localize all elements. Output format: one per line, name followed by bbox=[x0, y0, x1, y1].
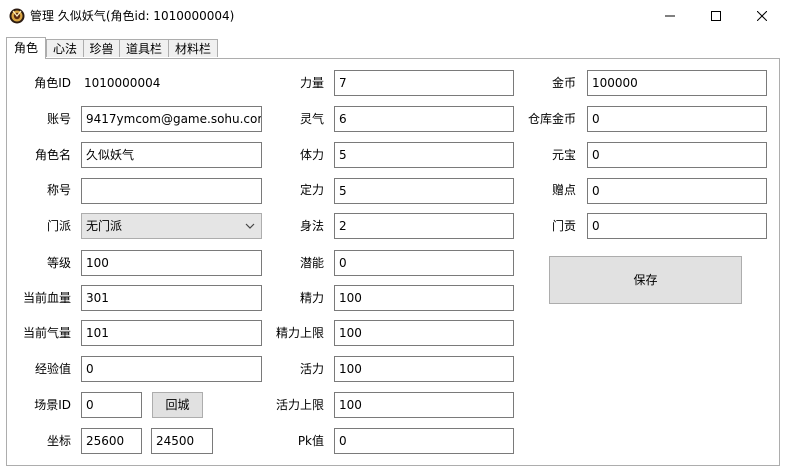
coord-y-field[interactable]: 24500 bbox=[151, 428, 213, 454]
vigor-field[interactable]: 100 bbox=[334, 356, 514, 382]
tab-materials[interactable]: 材料栏 bbox=[168, 39, 218, 57]
potential-field[interactable]: 0 bbox=[334, 250, 514, 276]
vigor-label: 活力 bbox=[299, 362, 324, 376]
sect-select[interactable]: 无门派 bbox=[81, 213, 262, 239]
title-field[interactable] bbox=[81, 178, 262, 204]
window-title: 管理 久似妖气(角色id: 1010000004) bbox=[30, 9, 235, 23]
energy-field[interactable]: 100 bbox=[334, 285, 514, 311]
maximize-button[interactable] bbox=[693, 0, 739, 32]
tab-xinfa[interactable]: 心法 bbox=[46, 39, 84, 57]
potential-label: 潜能 bbox=[299, 256, 324, 270]
spr-label: 灵气 bbox=[299, 112, 324, 126]
con-label: 体力 bbox=[299, 148, 324, 162]
scene-label: 场景ID bbox=[34, 398, 71, 412]
yuanbao-label: 元宝 bbox=[551, 148, 576, 162]
bank-gold-field[interactable]: 0 bbox=[587, 106, 767, 132]
role-name-label: 角色名 bbox=[34, 148, 71, 162]
ipr-field[interactable]: 5 bbox=[334, 178, 514, 204]
role-id-label: 角色ID bbox=[34, 76, 71, 90]
pk-label: Pk值 bbox=[297, 434, 324, 448]
return-to-city-button[interactable]: 回城 bbox=[152, 392, 203, 418]
account-label: 账号 bbox=[46, 112, 71, 126]
close-icon bbox=[757, 11, 767, 21]
chevron-down-icon bbox=[245, 223, 255, 229]
close-button[interactable] bbox=[739, 0, 785, 32]
hp-label: 当前血量 bbox=[22, 291, 71, 305]
mp-label: 当前气量 bbox=[22, 326, 71, 340]
scene-field[interactable]: 0 bbox=[81, 392, 142, 418]
str-label: 力量 bbox=[299, 76, 324, 90]
spr-field[interactable]: 6 bbox=[334, 106, 514, 132]
contribution-label: 门贡 bbox=[551, 219, 576, 233]
save-button[interactable]: 保存 bbox=[549, 256, 742, 304]
tab-items[interactable]: 道具栏 bbox=[119, 39, 169, 57]
tab-pets[interactable]: 珍兽 bbox=[83, 39, 120, 57]
account-field[interactable]: 9417ymcom@game.sohu.com bbox=[81, 106, 262, 132]
energy-max-field[interactable]: 100 bbox=[334, 320, 514, 346]
pk-field[interactable]: 0 bbox=[334, 428, 514, 454]
bonus-points-label: 赠点 bbox=[551, 183, 576, 197]
sect-label: 门派 bbox=[46, 219, 71, 233]
bonus-points-field[interactable]: 0 bbox=[587, 178, 767, 204]
dex-label: 身法 bbox=[299, 219, 324, 233]
sect-select-value: 无门派 bbox=[86, 219, 123, 233]
minimize-button[interactable] bbox=[647, 0, 693, 32]
title-bar[interactable]: 管理 久似妖气(角色id: 1010000004) bbox=[0, 0, 786, 32]
contribution-field[interactable]: 0 bbox=[587, 213, 767, 239]
exp-field[interactable]: 0 bbox=[81, 356, 262, 382]
vigor-max-label: 活力上限 bbox=[275, 398, 324, 412]
role-id-value: 1010000004 bbox=[84, 76, 161, 90]
ipr-label: 定力 bbox=[299, 183, 324, 197]
level-field[interactable]: 100 bbox=[81, 250, 262, 276]
coord-label: 坐标 bbox=[46, 434, 71, 448]
maximize-icon bbox=[711, 11, 721, 21]
level-label: 等级 bbox=[46, 256, 71, 270]
yuanbao-field[interactable]: 0 bbox=[587, 142, 767, 168]
title-label: 称号 bbox=[46, 183, 71, 197]
vigor-max-field[interactable]: 100 bbox=[334, 392, 514, 418]
coord-x-field[interactable]: 25600 bbox=[81, 428, 142, 454]
exp-label: 经验值 bbox=[34, 362, 71, 376]
energy-max-label: 精力上限 bbox=[275, 326, 324, 340]
tab-role[interactable]: 角色 bbox=[6, 37, 46, 59]
gold-label: 金币 bbox=[551, 76, 576, 90]
con-field[interactable]: 5 bbox=[334, 142, 514, 168]
mp-field[interactable]: 101 bbox=[81, 320, 262, 346]
dex-field[interactable]: 2 bbox=[334, 213, 514, 239]
energy-label: 精力 bbox=[299, 291, 324, 305]
str-field[interactable]: 7 bbox=[334, 70, 514, 96]
hp-field[interactable]: 301 bbox=[81, 285, 262, 311]
role-name-field[interactable]: 久似妖气 bbox=[81, 142, 262, 168]
bank-gold-label: 仓库金币 bbox=[527, 112, 576, 126]
app-icon bbox=[9, 8, 25, 24]
minimize-icon bbox=[665, 15, 675, 17]
gold-field[interactable]: 100000 bbox=[587, 70, 767, 96]
